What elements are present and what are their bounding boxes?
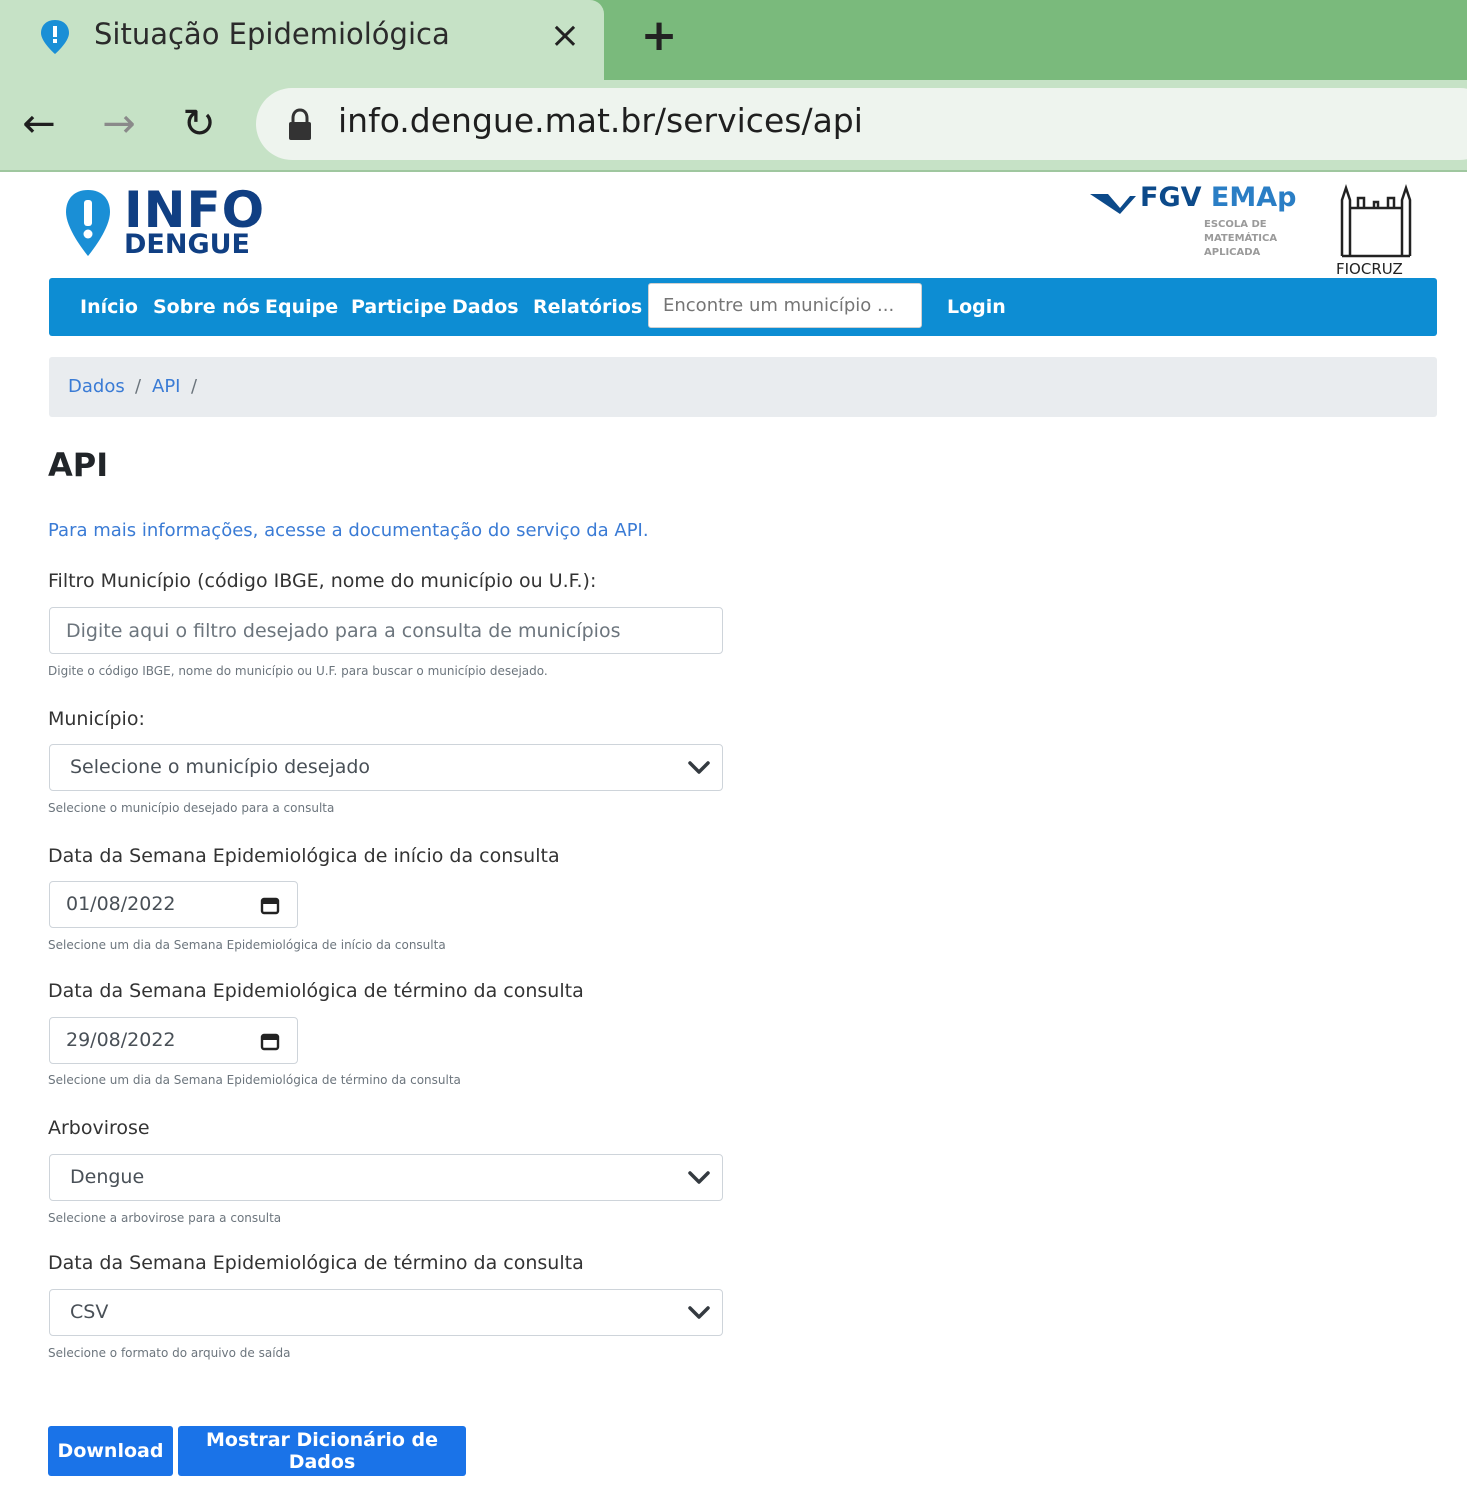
chevron-down-icon — [688, 1306, 710, 1319]
emap-sub-line: APLICADA — [1204, 247, 1261, 258]
start-date-input[interactable]: 01/08/2022 — [49, 881, 298, 928]
breadcrumb — [49, 357, 1437, 417]
back-arrow-icon[interactable]: ← — [14, 96, 64, 152]
nav-item-dados[interactable]: Dados — [452, 296, 519, 318]
emap-text: EMAp — [1210, 182, 1297, 213]
start-date-value: 01/08/2022 — [66, 893, 176, 915]
new-tab-icon[interactable]: + — [636, 12, 682, 60]
end-date-input[interactable]: 29/08/2022 — [49, 1017, 298, 1064]
api-documentation-link[interactable]: Para mais informações, acesse a document… — [48, 520, 649, 541]
breadcrumb-separator: / — [135, 376, 142, 397]
forward-arrow-icon[interactable]: → — [94, 96, 144, 152]
emap-sub-line: ESCOLA DE — [1204, 219, 1267, 230]
format-select[interactable]: CSV — [49, 1289, 723, 1336]
calendar-icon[interactable] — [260, 1032, 280, 1051]
end-date-value: 29/08/2022 — [66, 1029, 176, 1051]
municipio-selected-value: Selecione o município desejado — [70, 756, 371, 778]
tab-title: Situação Epidemiológica — [94, 17, 450, 51]
municipality-search-input[interactable] — [648, 283, 922, 328]
chevron-down-icon — [688, 761, 710, 774]
start-date-help-text: Selecione um dia da Semana Epidemiológic… — [48, 938, 446, 952]
nav-item-sobre-nos[interactable]: Sobre nós — [153, 296, 260, 318]
close-tab-icon[interactable]: × — [546, 14, 584, 58]
municipio-select[interactable]: Selecione o município desejado — [49, 744, 723, 791]
emap-sub-line: MATEMÁTICA — [1204, 233, 1278, 244]
format-help-text: Selecione o formato do arquivo de saída — [48, 1346, 291, 1360]
fgv-emap-logo: FGV EMAp — [1140, 182, 1296, 213]
municipio-label: Município: — [48, 708, 145, 730]
end-date-label: Data da Semana Epidemiológica de término… — [48, 980, 584, 1002]
end-date-help-text: Selecione um dia da Semana Epidemiológic… — [48, 1073, 461, 1087]
url-text[interactable]: info.dengue.mat.br/services/api — [338, 101, 863, 140]
chevron-down-icon — [688, 1171, 710, 1184]
logo-text-dengue: DENGUE — [124, 229, 250, 260]
download-button[interactable]: Download — [48, 1426, 173, 1476]
start-date-label: Data da Semana Epidemiológica de início … — [48, 845, 560, 867]
lock-icon — [289, 108, 311, 140]
breadcrumb-item-api[interactable]: API — [152, 376, 180, 397]
nav-item-inicio[interactable]: Início — [80, 296, 138, 318]
breadcrumb-separator: / — [191, 376, 198, 397]
breadcrumb-item-dados[interactable]: Dados — [68, 376, 125, 397]
nav-item-login[interactable]: Login — [947, 296, 1006, 318]
filter-label: Filtro Município (código IBGE, nome do m… — [48, 570, 597, 592]
nav-item-participe[interactable]: Participe — [351, 296, 446, 318]
arbovirose-select[interactable]: Dengue — [49, 1154, 723, 1201]
filter-help-text: Digite o código IBGE, nome do município … — [48, 664, 548, 678]
emap-subtitle: ESCOLA DE MATEMÁTICA APLICADA — [1204, 218, 1277, 260]
arbovirose-label: Arbovirose — [48, 1117, 150, 1139]
calendar-icon[interactable] — [260, 896, 280, 915]
nav-item-equipe[interactable]: Equipe — [265, 296, 338, 318]
municipality-filter-input[interactable] — [49, 607, 723, 654]
municipio-help-text: Selecione o município desejado para a co… — [48, 801, 335, 815]
map-pin-icon — [41, 20, 69, 54]
browser-tab[interactable]: Situação Epidemiológica × — [0, 0, 604, 82]
arbovirose-selected-value: Dengue — [70, 1166, 145, 1188]
format-selected-value: CSV — [70, 1301, 109, 1323]
format-label: Data da Semana Epidemiológica de término… — [48, 1252, 584, 1274]
fgv-text: FGV — [1140, 182, 1202, 213]
page-title: API — [48, 446, 109, 484]
show-data-dictionary-button[interactable]: Mostrar Dicionário de Dados — [178, 1426, 466, 1476]
reload-icon[interactable]: ↻ — [174, 96, 224, 152]
arbovirose-help-text: Selecione a arbovirose para a consulta — [48, 1211, 282, 1225]
fiocruz-label: FIOCRUZ — [1336, 260, 1403, 278]
nav-item-relatorios[interactable]: Relatórios — [533, 296, 642, 318]
